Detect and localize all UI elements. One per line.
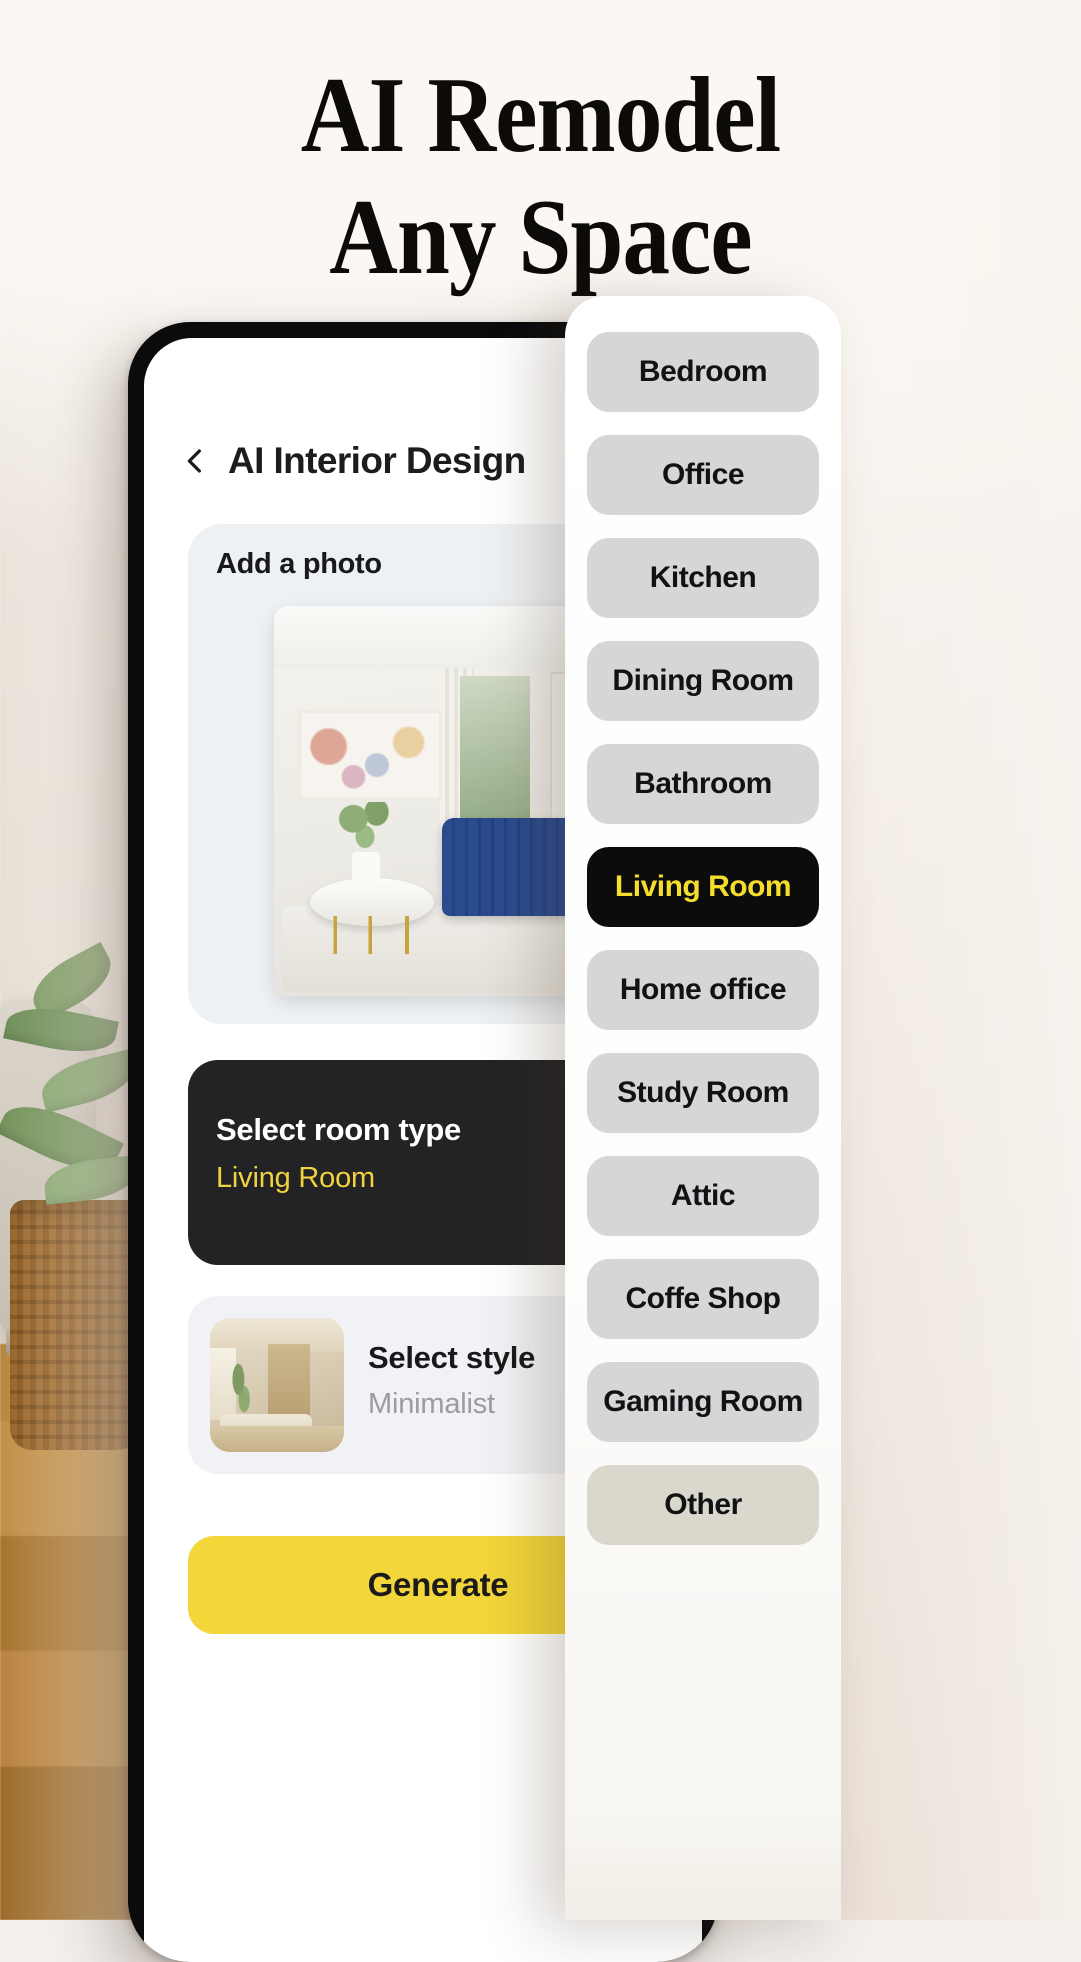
page-title: AI Remodel Any Space xyxy=(65,62,1016,292)
room-type-option-attic[interactable]: Attic xyxy=(587,1156,819,1236)
room-type-option-bathroom[interactable]: Bathroom xyxy=(587,744,819,824)
select-room-type-title: Select room type xyxy=(216,1112,462,1147)
room-type-option-coffe-shop[interactable]: Coffe Shop xyxy=(587,1259,819,1339)
room-type-option-office[interactable]: Office xyxy=(587,435,819,515)
room-type-option-kitchen[interactable]: Kitchen xyxy=(587,538,819,618)
photo-vase xyxy=(352,852,380,886)
room-type-option-study-room[interactable]: Study Room xyxy=(587,1053,819,1133)
room-type-option-dining-room[interactable]: Dining Room xyxy=(587,641,819,721)
style-floor xyxy=(210,1426,344,1452)
room-type-option-bedroom[interactable]: Bedroom xyxy=(587,332,819,412)
select-style-title: Select style xyxy=(368,1340,536,1375)
style-plant xyxy=(228,1362,254,1420)
select-style-value: Minimalist xyxy=(368,1388,495,1420)
room-type-option-living-room[interactable]: Living Room xyxy=(587,847,819,927)
photo-window xyxy=(460,676,530,826)
select-room-type-value: Living Room xyxy=(216,1162,375,1194)
room-type-option-home-office[interactable]: Home office xyxy=(587,950,819,1030)
room-type-option-gaming-room[interactable]: Gaming Room xyxy=(587,1362,819,1442)
room-type-picker-panel[interactable]: Bedroom Office Kitchen Dining Room Bathroom L… xyxy=(565,296,841,1920)
photo-table-legs xyxy=(326,916,418,954)
photo-plant xyxy=(336,802,394,858)
screen-title: AI Interior Design xyxy=(228,440,526,481)
style-backwall xyxy=(268,1344,310,1420)
style-thumbnail xyxy=(210,1318,344,1452)
headline-line-1: AI Remodel xyxy=(300,56,781,175)
chevron-left-icon[interactable] xyxy=(180,446,210,476)
photo-wall-art xyxy=(298,710,442,800)
room-type-option-other[interactable]: Other xyxy=(587,1465,819,1545)
add-photo-label: Add a photo xyxy=(216,548,382,580)
headline-line-2: Any Space xyxy=(329,178,752,297)
